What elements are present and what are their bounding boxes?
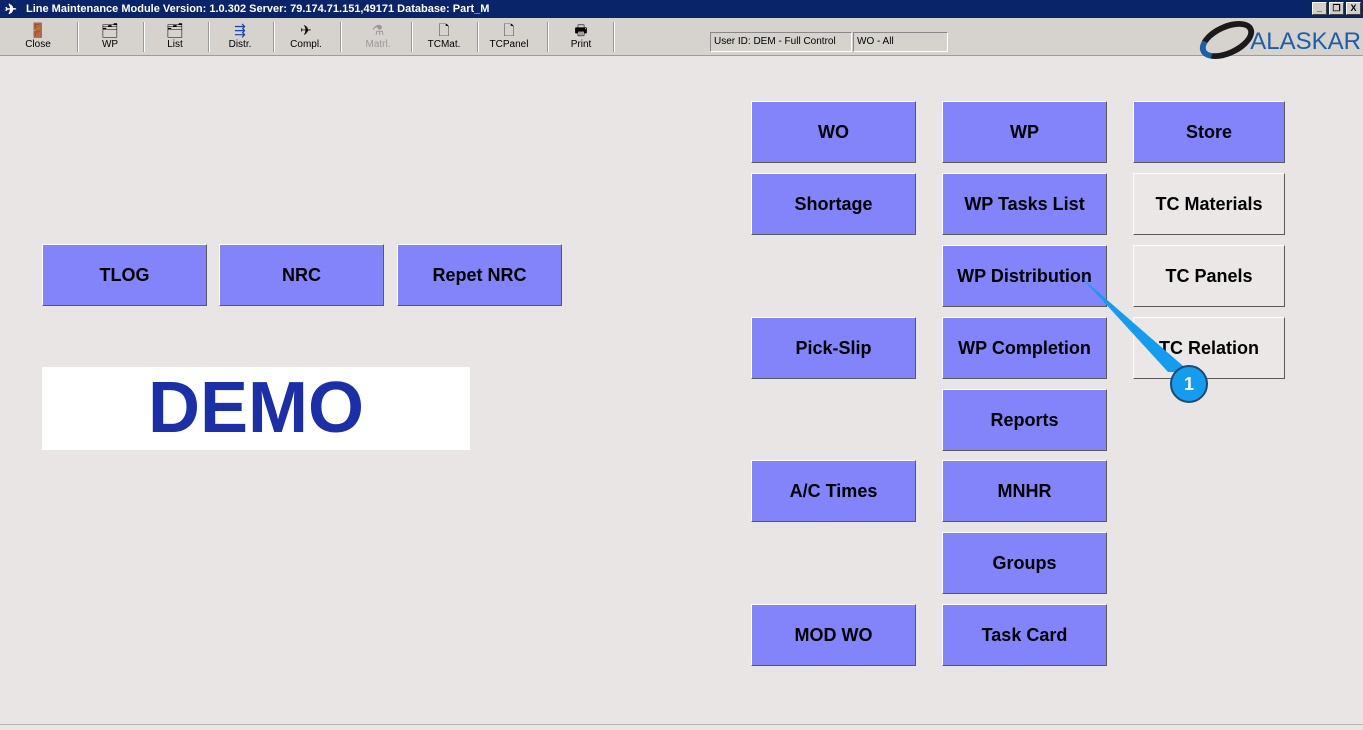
toolbar-print-button[interactable]: 🖶 Print xyxy=(553,21,609,55)
user-status: User ID: DEM - Full Control xyxy=(710,32,852,52)
separator xyxy=(613,22,615,52)
title-bar: ✈ Line Maintenance Module Version: 1.0.3… xyxy=(0,0,1363,18)
close-window-button[interactable]: X xyxy=(1346,2,1361,15)
alaskar-logo: ALASKAR xyxy=(1194,13,1361,67)
nrc-button[interactable]: NRC xyxy=(219,244,384,306)
toolbar-label: Print xyxy=(570,39,592,50)
wo-status: WO - All xyxy=(853,32,948,52)
document-icon: 🗋 xyxy=(503,22,515,38)
separator xyxy=(273,22,275,52)
toolbar-label: List xyxy=(167,39,183,50)
mnhr-button[interactable]: MNHR xyxy=(942,460,1107,522)
wo-button[interactable]: WO xyxy=(751,101,916,163)
restore-button[interactable]: ❐ xyxy=(1329,2,1344,15)
toolbar-tcmat-button[interactable]: 🗋 TCMat. xyxy=(416,21,472,55)
toolbar-tcpanel-button[interactable]: 🗋 TCPanel xyxy=(481,21,537,55)
separator xyxy=(77,22,79,52)
reports-button[interactable]: Reports xyxy=(942,389,1107,451)
toolbar-close-button[interactable]: 🚪 Close xyxy=(10,21,66,55)
demo-banner: DEMO xyxy=(42,367,470,450)
document-icon: 🗋 xyxy=(438,22,450,38)
printer-folder-icon: 🗂 xyxy=(101,22,119,38)
tc-materials-button[interactable]: TC Materials xyxy=(1133,173,1285,235)
groups-button[interactable]: Groups xyxy=(942,532,1107,594)
tc-relation-button[interactable]: TC Relation xyxy=(1133,317,1285,379)
list-folder-icon: 🗂 xyxy=(166,22,184,38)
tlog-button[interactable]: TLOG xyxy=(42,244,207,306)
toolbar-label: TCMat. xyxy=(427,39,461,50)
shortage-button[interactable]: Shortage xyxy=(751,173,916,235)
ac-times-button[interactable]: A/C Times xyxy=(751,460,916,522)
print-icon: 🖶 xyxy=(574,22,588,38)
toolbar-matrl-button[interactable]: ⚗ Matrl. xyxy=(350,21,406,55)
wp-distribution-button[interactable]: WP Distribution xyxy=(942,245,1107,307)
wp-completion-button[interactable]: WP Completion xyxy=(942,317,1107,379)
separator xyxy=(340,22,342,52)
toolbar-label: Close xyxy=(25,39,51,50)
store-button[interactable]: Store xyxy=(1133,101,1285,163)
toolbar-label: Matrl. xyxy=(365,39,391,50)
status-bar xyxy=(0,724,1363,730)
distribution-icon: ⇶ xyxy=(234,22,246,38)
app-icon: ✈ xyxy=(5,1,17,17)
toolbar-wp-button[interactable]: 🗂 WP xyxy=(82,21,138,55)
toolbar-label: Distr. xyxy=(228,39,252,50)
separator xyxy=(143,22,145,52)
separator xyxy=(411,22,413,52)
logo-swirl-icon xyxy=(1194,13,1261,67)
logo-text: ALASKAR xyxy=(1250,28,1361,55)
flask-icon: ⚗ xyxy=(371,22,385,38)
minimize-button[interactable]: _ xyxy=(1312,2,1327,15)
separator xyxy=(208,22,210,52)
separator xyxy=(547,22,549,52)
window-title: Line Maintenance Module Version: 1.0.302… xyxy=(26,3,490,15)
door-exit-icon: 🚪 xyxy=(29,22,47,38)
toolbar-compl-button[interactable]: ✈ Compl. xyxy=(278,21,334,55)
pick-slip-button[interactable]: Pick-Slip xyxy=(751,317,916,379)
step-callout-badge: 1 xyxy=(1170,365,1208,403)
completion-icon: ✈ xyxy=(300,22,312,38)
wp-tasks-list-button[interactable]: WP Tasks List xyxy=(942,173,1107,235)
mod-wo-button[interactable]: MOD WO xyxy=(751,604,916,666)
toolbar-distr-button[interactable]: ⇶ Distr. xyxy=(212,21,268,55)
repet-nrc-button[interactable]: Repet NRC xyxy=(397,244,562,306)
toolbar-list-button[interactable]: 🗂 List xyxy=(147,21,203,55)
tc-panels-button[interactable]: TC Panels xyxy=(1133,245,1285,307)
task-card-button[interactable]: Task Card xyxy=(942,604,1107,666)
toolbar-label: Compl. xyxy=(290,39,322,50)
toolbar-label: TCPanel xyxy=(489,39,529,50)
toolbar: 🚪 Close 🗂 WP 🗂 List ⇶ Distr. ✈ Compl. ⚗ Matrl.… xyxy=(0,18,1363,56)
toolbar-label: WP xyxy=(101,39,119,50)
wp-button[interactable]: WP xyxy=(942,101,1107,163)
separator xyxy=(477,22,479,52)
